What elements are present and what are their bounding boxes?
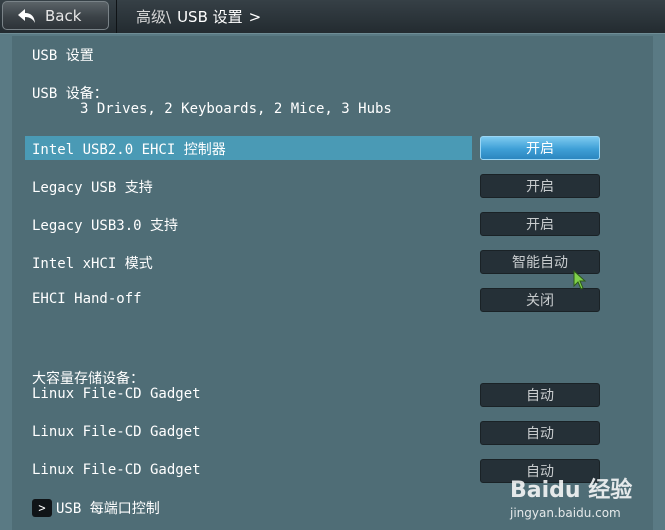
page-title: USB 设置 xyxy=(32,48,94,64)
header-divider xyxy=(116,0,117,33)
mass-storage-device-1-label[interactable]: Linux File-CD Gadget xyxy=(32,386,201,402)
submenu-chevron-icon: > xyxy=(32,499,52,517)
mouse-cursor-icon xyxy=(573,270,587,290)
mass-storage-label: 大容量存储设备： xyxy=(32,371,144,387)
breadcrumb-chevron-icon: > xyxy=(248,7,262,26)
watermark: Baidu 经验 jingyan.baidu.com xyxy=(508,458,658,528)
back-arrow-icon xyxy=(18,8,35,23)
setting-label-xhci-mode[interactable]: Intel xHCI 模式 xyxy=(32,253,153,273)
mass-storage-device-3-label[interactable]: Linux File-CD Gadget xyxy=(32,462,201,478)
mass-storage-device-2-label[interactable]: Linux File-CD Gadget xyxy=(32,424,201,440)
watermark-url: jingyan.baidu.com xyxy=(510,506,621,520)
setting-label-ehci-controller[interactable]: Intel USB2.0 EHCI 控制器 xyxy=(32,139,226,159)
usb-devices-label: USB 设备： xyxy=(32,86,108,102)
ehci-handoff-button[interactable]: 关闭 xyxy=(480,288,600,312)
legacy-usb-button[interactable]: 开启 xyxy=(480,174,600,198)
mass-storage-device-2-button[interactable]: 自动 xyxy=(480,421,600,445)
setting-label-legacy-usb3[interactable]: Legacy USB3.0 支持 xyxy=(32,215,178,235)
usb-devices-value: 3 Drives, 2 Keyboards, 2 Mice, 3 Hubs xyxy=(80,101,392,117)
breadcrumb-current: USB 设置 xyxy=(177,8,243,26)
mass-storage-device-1-button[interactable]: 自动 xyxy=(480,383,600,407)
back-label: Back xyxy=(45,6,82,25)
usb-per-port-submenu[interactable]: > USB 每端口控制 xyxy=(32,498,160,518)
legacy-usb3-button[interactable]: 开启 xyxy=(480,212,600,236)
watermark-logo: Baidu 经验 xyxy=(510,478,633,503)
ehci-controller-button[interactable]: 开启 xyxy=(480,136,600,160)
setting-label-ehci-handoff[interactable]: EHCI Hand-off xyxy=(32,291,142,307)
submenu-label: USB 每端口控制 xyxy=(56,501,160,517)
breadcrumb-parent[interactable]: 高级\ xyxy=(136,6,171,27)
breadcrumb: 高级\ USB 设置 > xyxy=(136,6,261,27)
top-bar: Back 高级\ USB 设置 > xyxy=(0,0,665,34)
back-button[interactable]: Back xyxy=(2,1,109,30)
setting-label-legacy-usb[interactable]: Legacy USB 支持 xyxy=(32,177,153,197)
